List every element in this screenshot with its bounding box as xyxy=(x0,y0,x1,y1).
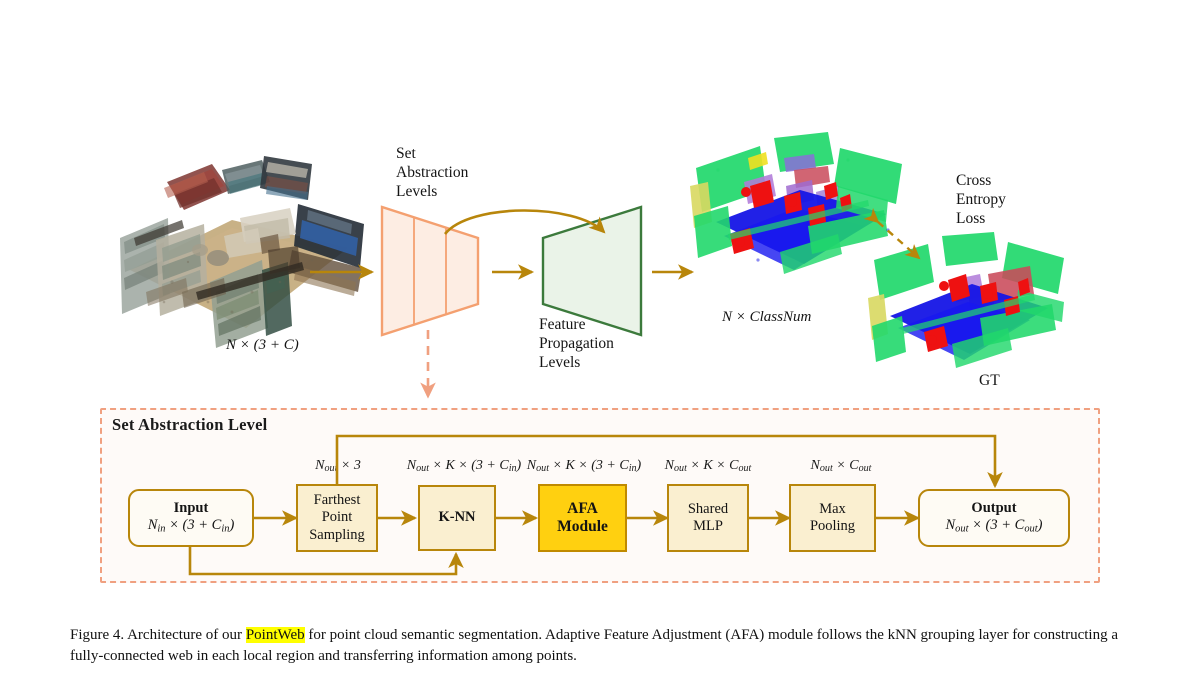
figure-architecture-pointweb: N × (3 + C) Set Abstraction Levels Featu… xyxy=(0,0,1179,682)
set-abstraction-trapezoid xyxy=(380,205,480,337)
block-max-pooling[interactable]: Max Pooling xyxy=(789,484,876,552)
block-maxpool-label: Max Pooling xyxy=(809,500,856,534)
block-shared-mlp[interactable]: Shared MLP xyxy=(667,484,749,552)
block-knn-label: K-NN xyxy=(438,509,476,526)
dim-label-maxpool: Nout × Cout xyxy=(810,458,872,475)
block-output-title: Output xyxy=(971,500,1017,517)
input-cloud-label: N × (3 + C) xyxy=(226,337,299,353)
gt-label: GT xyxy=(979,372,1000,389)
encoder-label: Set Abstraction Levels xyxy=(396,145,469,200)
prediction-label: N × ClassNum xyxy=(722,309,812,325)
set-abstraction-level-title: Set Abstraction Level xyxy=(112,415,268,434)
ground-truth-point-cloud xyxy=(868,232,1064,368)
block-input-title: Input xyxy=(173,500,209,517)
block-input[interactable]: Input Nin × (3 + Cin) xyxy=(128,489,254,547)
block-output[interactable]: Output Nout × (3 + Cout) xyxy=(918,489,1070,547)
block-fps-label: Farthest Point Sampling xyxy=(309,492,365,543)
input-point-cloud xyxy=(120,156,364,348)
dim-label-mlp: Nout × K × Cout xyxy=(664,458,752,475)
caption-pre: Figure 4. Architecture of our xyxy=(70,627,246,643)
decoder-label: Feature Propagation Levels xyxy=(539,316,614,371)
caption-highlight: PointWeb xyxy=(245,627,305,643)
block-knn[interactable]: K-NN xyxy=(418,485,496,551)
block-input-shape: Nin × (3 + Cin) xyxy=(147,517,235,535)
figure-caption: Figure 4. Architecture of our PointWeb f… xyxy=(70,625,1118,668)
block-afa-module[interactable]: AFA Module xyxy=(538,484,627,552)
loss-label: Cross Entropy Loss xyxy=(956,172,1006,227)
block-farthest-point-sampling[interactable]: Farthest Point Sampling xyxy=(296,484,378,552)
block-output-shape: Nout × (3 + Cout) xyxy=(945,517,1043,535)
block-afa-label: AFA Module xyxy=(557,499,608,535)
block-mlp-label: Shared MLP xyxy=(687,500,729,534)
